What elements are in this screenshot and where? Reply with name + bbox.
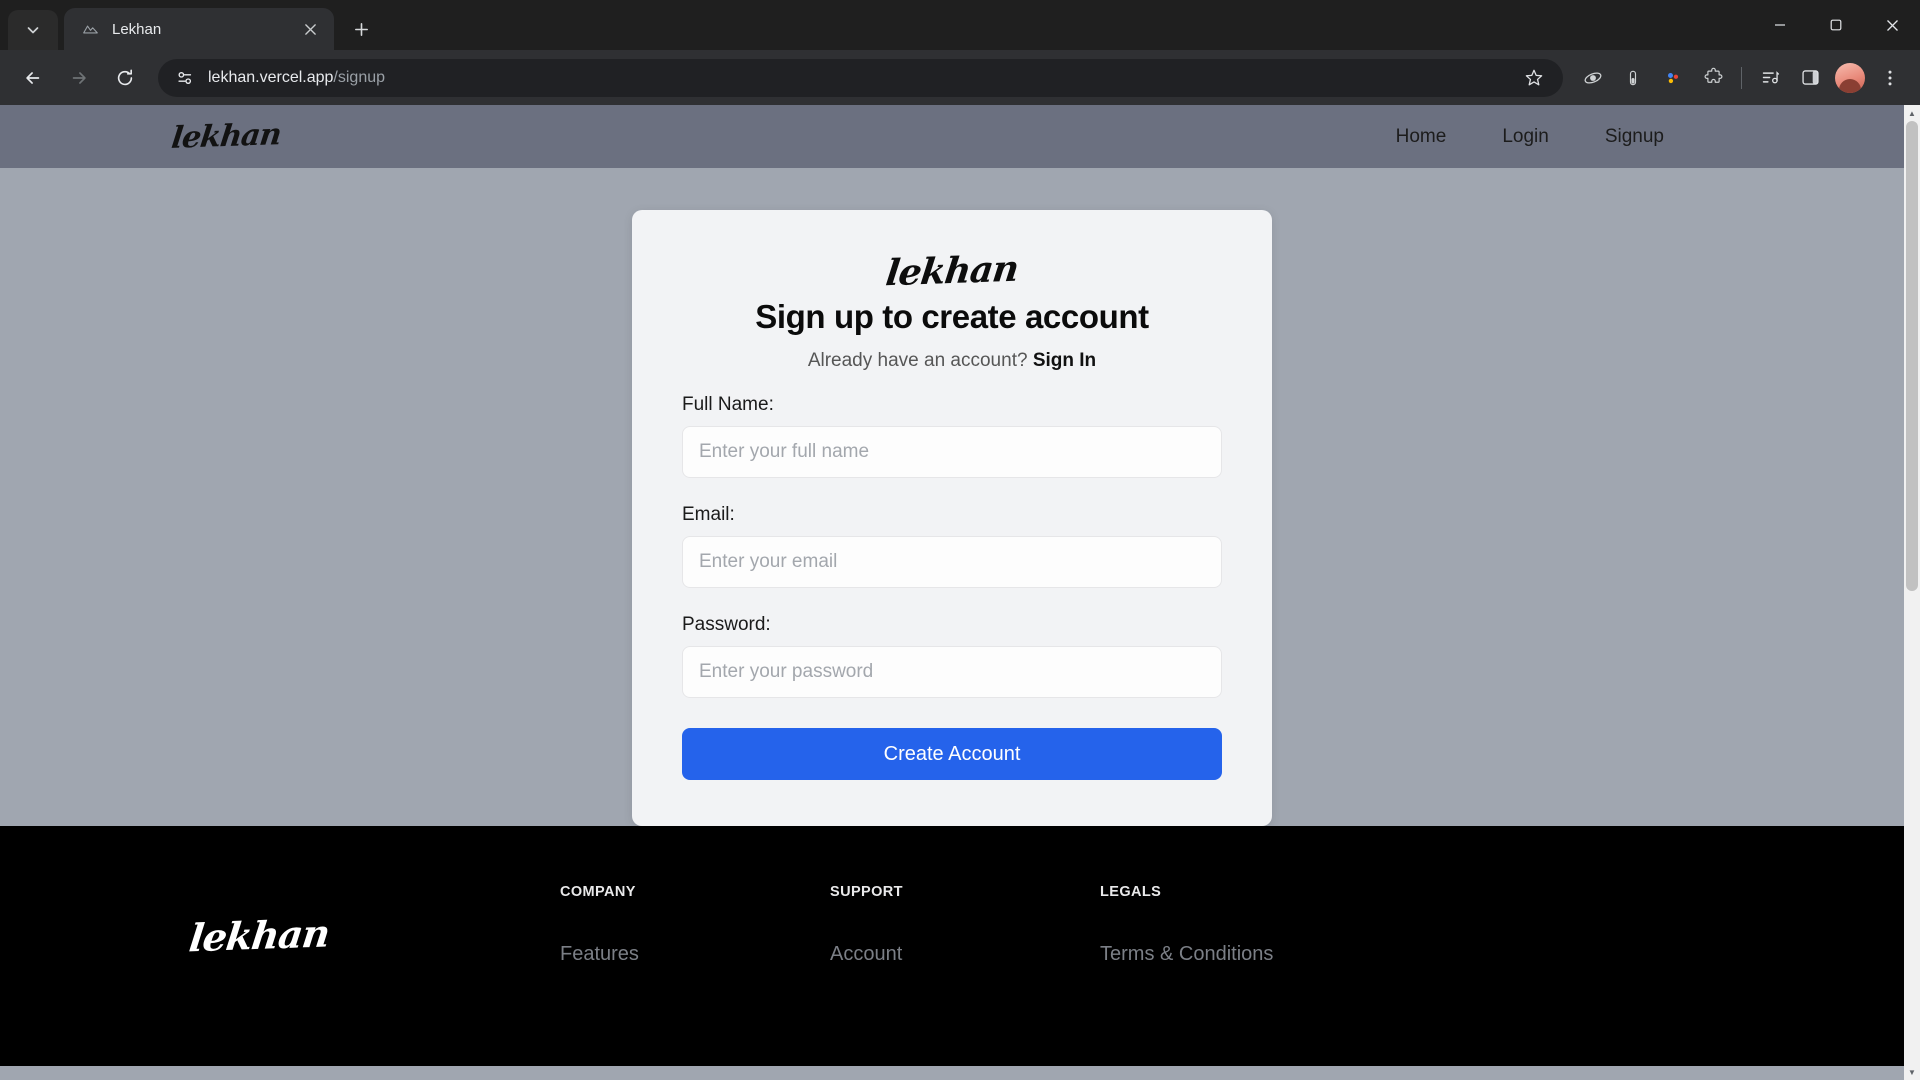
footer-link-features[interactable]: Features <box>560 943 830 966</box>
window-controls <box>1752 0 1920 50</box>
three-dot-menu-icon <box>1888 70 1892 85</box>
close-icon <box>1886 19 1898 31</box>
footer-column-legals: LEGALS Terms & Conditions <box>1100 884 1370 1066</box>
side-panel-icon[interactable] <box>1792 60 1828 96</box>
back-button[interactable] <box>13 58 53 98</box>
create-account-button[interactable]: Create Account <box>682 728 1222 780</box>
footer-column-support: SUPPORT Account <box>830 884 1100 1066</box>
tab-title: Lekhan <box>112 20 162 38</box>
footer-column-company: COMPANY Features <box>560 884 830 1066</box>
tab-close-button[interactable] <box>298 17 322 41</box>
battery-extension-icon[interactable] <box>1615 60 1651 96</box>
mountain-favicon <box>80 19 100 39</box>
card-logo: lekhan <box>883 247 1021 295</box>
back-arrow-icon <box>26 71 40 84</box>
toolbar-divider <box>1741 66 1742 89</box>
forward-arrow-icon <box>72 71 86 84</box>
nav-link-signup[interactable]: Signup <box>1605 126 1664 148</box>
footer-link-account[interactable]: Account <box>830 943 1100 966</box>
dots-extension-icon[interactable] <box>1655 60 1691 96</box>
browser-toolbar: lekhan.vercel.app/signup <box>0 50 1920 105</box>
footer-heading-legals: LEGALS <box>1100 884 1162 900</box>
footer-link-terms[interactable]: Terms & Conditions <box>1100 943 1370 966</box>
scrollbar-thumb[interactable] <box>1906 121 1918 591</box>
full-name-input[interactable] <box>682 426 1222 478</box>
signin-prompt-text: Already have an account? <box>807 350 1033 371</box>
signup-card-area: lekhan Sign up to create account Already… <box>0 168 1904 826</box>
web-page: lekhan Home Login Signup lekhan Sign up … <box>0 105 1904 1080</box>
minimize-button[interactable] <box>1752 0 1808 50</box>
signin-link[interactable]: Sign In <box>1033 350 1096 371</box>
nav-link-home[interactable]: Home <box>1396 126 1447 148</box>
email-label: Email: <box>682 504 735 525</box>
footer-logo: lekhan <box>186 910 332 961</box>
maximize-button[interactable] <box>1808 0 1864 50</box>
bookmark-button[interactable] <box>1519 63 1549 93</box>
new-tab-button[interactable] <box>344 12 378 46</box>
page-viewport: lekhan Home Login Signup lekhan Sign up … <box>0 105 1920 1080</box>
page-title: Sign up to create account <box>755 298 1149 335</box>
star-icon <box>1525 69 1543 85</box>
browser-window: Lekhan lekhan.vercel.app/signup lekhan H… <box>0 0 1920 1080</box>
footer-heading-company: COMPANY <box>560 884 636 900</box>
url-path: /signup <box>333 68 386 86</box>
address-bar[interactable]: lekhan.vercel.app/signup <box>158 58 1563 97</box>
media-control-icon[interactable] <box>1752 60 1788 96</box>
site-nav-links: Home Login Signup <box>1396 126 1864 148</box>
profile-avatar <box>1835 62 1865 93</box>
reload-button[interactable] <box>105 58 145 98</box>
wave-extension-icon[interactable] <box>1575 60 1611 96</box>
profile-button[interactable] <box>1832 60 1868 96</box>
email-input[interactable] <box>682 536 1222 588</box>
nav-link-login[interactable]: Login <box>1502 126 1549 148</box>
tab-strip: Lekhan <box>0 0 1920 50</box>
password-input[interactable] <box>682 646 1222 698</box>
plus-icon <box>354 22 368 36</box>
forward-button[interactable] <box>59 58 99 98</box>
window-close-button[interactable] <box>1864 0 1920 50</box>
reload-icon <box>117 69 133 85</box>
site-logo[interactable]: lekhan <box>170 117 283 156</box>
puzzle-extension-icon[interactable] <box>1695 60 1731 96</box>
tab-search-button[interactable] <box>8 10 58 50</box>
site-settings-icon[interactable] <box>172 65 198 91</box>
site-navbar: lekhan Home Login Signup <box>0 105 1904 168</box>
full-name-label: Full Name: <box>682 394 774 415</box>
url-text: lekhan.vercel.app/signup <box>208 69 1519 87</box>
site-footer: lekhan COMPANY Features SUPPORT Account … <box>0 826 1904 1066</box>
signup-card: lekhan Sign up to create account Already… <box>632 210 1272 826</box>
scrollbar-down-arrow[interactable]: ▼ <box>1904 1064 1920 1080</box>
close-icon <box>304 23 316 35</box>
scrollbar-up-arrow[interactable]: ▲ <box>1904 105 1920 121</box>
url-host: lekhan.vercel.app <box>208 68 334 86</box>
minimize-icon <box>1775 24 1785 26</box>
footer-heading-support: SUPPORT <box>830 884 903 900</box>
chevron-down-icon <box>27 27 39 34</box>
maximize-icon <box>1830 19 1842 31</box>
browser-tab[interactable]: Lekhan <box>64 8 334 50</box>
password-label: Password: <box>682 614 771 635</box>
browser-menu-button[interactable] <box>1872 60 1908 96</box>
signin-prompt: Already have an account? Sign In <box>682 350 1222 372</box>
page-scrollbar[interactable]: ▲ ▼ <box>1904 105 1920 1080</box>
